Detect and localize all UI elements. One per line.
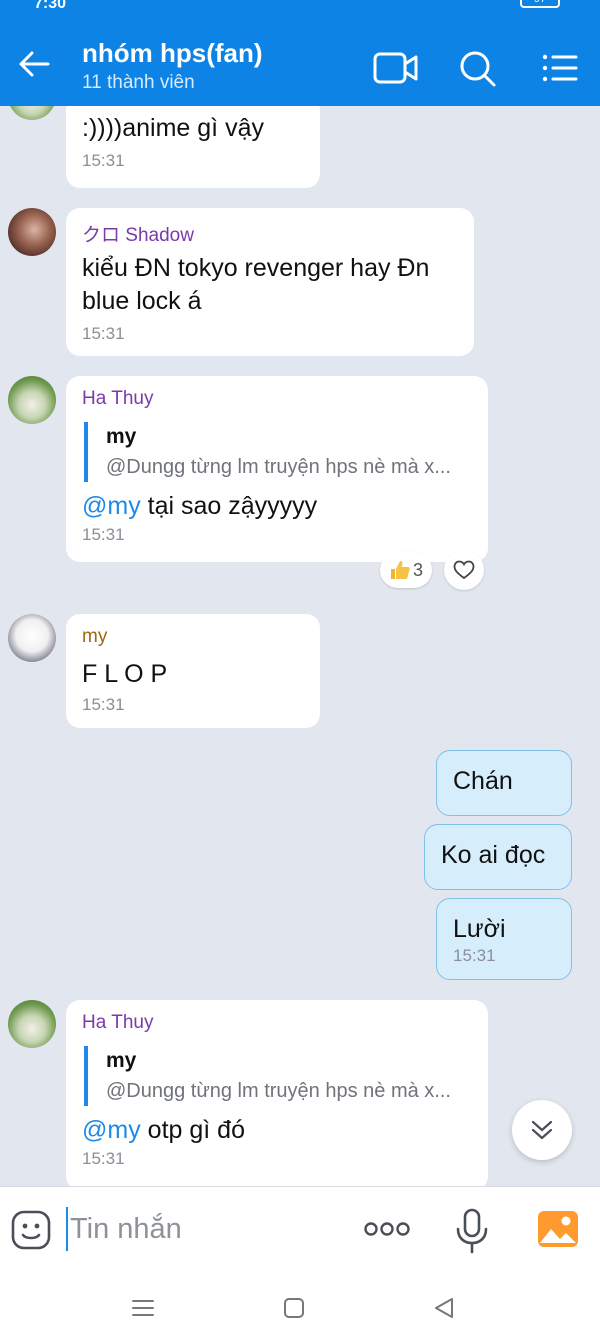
sender-name: Ha Thuy — [82, 388, 154, 409]
message-body: otp gì đó — [140, 1116, 245, 1144]
avatar[interactable] — [8, 1000, 56, 1048]
quote-text: @Dungg từng lm truyện hps nè mà x... — [106, 456, 451, 478]
avatar[interactable] — [8, 208, 56, 256]
message-text: kiểu ĐN tokyo revenger hay Đn blue lock … — [82, 252, 458, 318]
message-bubble[interactable]: :))))anime gì vậy 15:31 — [66, 106, 320, 188]
more-dots-icon — [364, 1222, 410, 1236]
back-button[interactable] — [14, 44, 54, 84]
send-image-button[interactable] — [536, 1207, 580, 1251]
list-menu-icon — [542, 54, 578, 82]
reply-quote[interactable]: my @Dungg từng lm truyện hps nè mà x... — [84, 1046, 472, 1106]
scroll-to-bottom-button[interactable] — [512, 1100, 572, 1160]
like-button[interactable] — [444, 550, 484, 590]
message-body: tại sao zậyyyyy — [140, 492, 318, 520]
system-navigation-bar — [0, 1272, 600, 1344]
group-name[interactable]: nhóm hps(fan) — [82, 38, 263, 69]
menu-button[interactable] — [536, 46, 584, 90]
outgoing-message[interactable]: Ko ai đọc — [424, 824, 572, 890]
double-chevron-down-icon — [531, 1120, 553, 1140]
outgoing-message[interactable]: Chán — [436, 750, 572, 816]
message-text: Lười — [453, 915, 506, 943]
recent-apps-button[interactable] — [129, 1294, 157, 1322]
message-time: 15:31 — [453, 946, 496, 965]
message-text: Ko ai đọc — [441, 841, 546, 869]
quote-author: my — [106, 425, 137, 448]
thumbs-up-icon — [390, 561, 410, 579]
status-time: 7:30 — [34, 0, 67, 10]
message-bubble[interactable]: my F L O P 15:31 — [66, 614, 320, 728]
avatar[interactable] — [8, 376, 56, 424]
message-time: 15:31 — [82, 151, 125, 170]
emoji-button[interactable] — [10, 1209, 52, 1251]
message-bubble[interactable]: クロ Shadow kiểu ĐN tokyo revenger hay Đn … — [66, 208, 474, 356]
quote-author: my — [106, 1049, 137, 1072]
message-text: F L O P — [82, 660, 168, 688]
sticker-smile-icon — [11, 1210, 51, 1250]
square-home-icon — [284, 1298, 304, 1318]
message-text: @my otp gì đó — [82, 1114, 472, 1147]
message-line: kiểu ĐN tokyo revenger hay Đn — [82, 254, 430, 282]
more-options-button[interactable] — [362, 1215, 412, 1243]
sender-name: my — [82, 626, 108, 647]
avatar[interactable] — [8, 106, 56, 120]
mention-link[interactable]: @my — [82, 492, 141, 520]
heart-icon — [453, 560, 475, 580]
reaction-summary[interactable]: 3 — [380, 552, 432, 588]
mention-link[interactable]: @my — [82, 1116, 141, 1144]
message-bubble[interactable]: Ha Thuy my @Dungg từng lm truyện hps nè … — [66, 376, 488, 562]
message-composer — [0, 1186, 600, 1272]
image-gallery-icon — [538, 1211, 578, 1247]
status-bar: 7:30 97 — [0, 0, 600, 10]
reply-quote[interactable]: my @Dungg từng lm truyện hps nè mà x... — [84, 422, 472, 482]
message-time: 15:31 — [82, 1149, 125, 1168]
back-nav-button[interactable] — [430, 1294, 458, 1322]
triangle-back-icon — [435, 1298, 453, 1318]
search-button[interactable] — [454, 46, 502, 90]
message-text: @my tại sao zậyyyyy — [82, 490, 472, 523]
reaction-count: 3 — [412, 559, 423, 580]
quote-text: @Dungg từng lm truyện hps nè mà x... — [106, 1080, 451, 1102]
arrow-left-icon — [19, 51, 50, 77]
video-camera-icon — [373, 52, 418, 84]
message-time: 15:31 — [82, 525, 125, 544]
sender-name: Ha Thuy — [82, 1012, 154, 1033]
voice-record-button[interactable] — [452, 1207, 492, 1255]
microphone-icon — [456, 1208, 488, 1254]
message-line: blue lock á — [82, 287, 202, 315]
home-button[interactable] — [280, 1294, 308, 1322]
message-text: Chán — [453, 767, 513, 795]
chat-messages[interactable]: :))))anime gì vậy 15:31 クロ Shadow kiểu Đ… — [0, 106, 600, 1186]
battery-icon: 97 — [520, 0, 560, 8]
video-call-button[interactable] — [372, 46, 420, 90]
message-time: 15:31 — [82, 324, 125, 343]
avatar[interactable] — [8, 614, 56, 662]
message-text: :))))anime gì vậy — [82, 114, 264, 142]
outgoing-message[interactable]: Lười 15:31 — [436, 898, 572, 980]
message-time: 15:31 — [82, 695, 125, 714]
member-count[interactable]: 11 thành viên — [82, 72, 195, 94]
sender-name: クロ Shadow — [82, 225, 194, 246]
chat-header: nhóm hps(fan) 11 thành viên — [0, 10, 600, 106]
search-icon — [460, 51, 496, 87]
message-input[interactable] — [66, 1207, 346, 1251]
message-bubble[interactable]: Ha Thuy my @Dungg từng lm truyện hps nè … — [66, 1000, 488, 1186]
menu-lines-icon — [132, 1300, 154, 1316]
